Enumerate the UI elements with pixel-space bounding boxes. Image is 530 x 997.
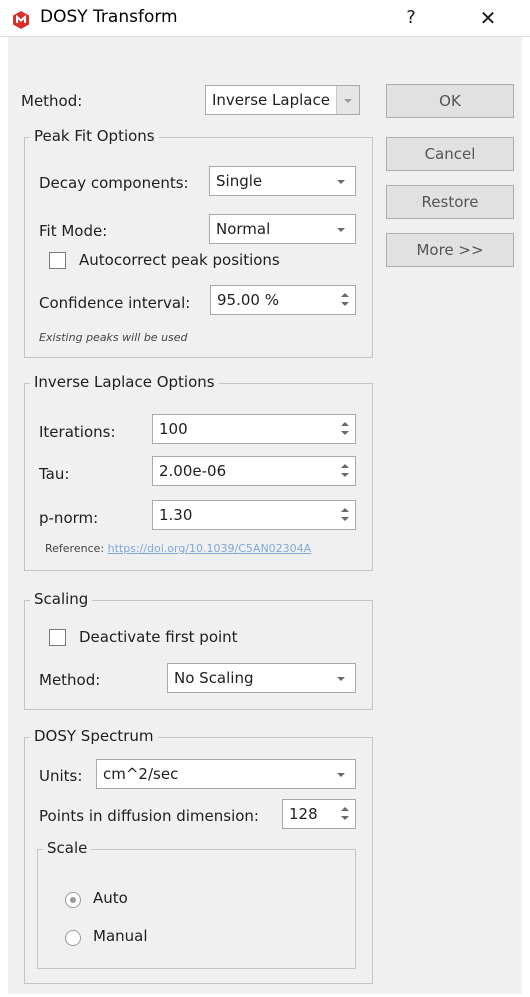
ok-button[interactable]: OK <box>386 84 514 118</box>
reference-label: Reference: <box>45 542 105 555</box>
spin-down-icon[interactable] <box>341 473 349 477</box>
spin-down-icon[interactable] <box>341 816 349 820</box>
method-label: Method: <box>21 92 83 110</box>
spin-down-icon[interactable] <box>341 517 349 521</box>
tau-label: Tau: <box>39 465 70 483</box>
autocorrect-label: Autocorrect peak positions <box>79 251 280 269</box>
window-right-edge <box>522 37 530 994</box>
window-title: DOSY Transform <box>40 7 178 27</box>
help-button[interactable]: ? <box>396 4 426 32</box>
tau-value: 2.00e-06 <box>159 462 227 480</box>
pnorm-value: 1.30 <box>159 506 193 524</box>
units-value: cm^2/sec <box>103 765 179 783</box>
decay-components-dropdown[interactable]: Single <box>209 166 356 196</box>
dialog-body: Method: Inverse Laplace OK Cancel Restor… <box>8 37 522 994</box>
auto-radio[interactable] <box>65 892 81 908</box>
spin-up-icon[interactable] <box>341 508 349 512</box>
scale-group <box>37 849 356 969</box>
scaling-method-dropdown[interactable]: No Scaling <box>167 663 356 693</box>
spin-up-icon[interactable] <box>341 293 349 297</box>
scaling-group <box>24 600 373 710</box>
more-button[interactable]: More >> <box>386 233 514 267</box>
iterations-label: Iterations: <box>39 423 116 441</box>
peak-fit-note: Existing peaks will be used <box>39 331 188 344</box>
method-dropdown[interactable]: Inverse Laplace <box>205 85 360 115</box>
close-button[interactable]: ✕ <box>470 4 506 32</box>
confidence-label: Confidence interval: <box>39 294 191 312</box>
confidence-spinbox[interactable]: 95.00 % <box>210 285 356 315</box>
chevron-down-icon <box>337 773 345 777</box>
scaling-method-label: Method: <box>39 671 101 689</box>
spin-up-icon[interactable] <box>341 807 349 811</box>
scale-title: Scale <box>43 839 92 857</box>
deactivate-first-point-label: Deactivate first point <box>79 628 238 646</box>
cancel-button[interactable]: Cancel <box>386 137 514 171</box>
method-value: Inverse Laplace <box>212 91 330 109</box>
fit-mode-label: Fit Mode: <box>39 222 108 240</box>
fit-mode-dropdown[interactable]: Normal <box>209 214 356 244</box>
tau-spinbox[interactable]: 2.00e-06 <box>152 456 356 486</box>
fit-mode-value: Normal <box>216 220 271 238</box>
spin-up-icon[interactable] <box>341 422 349 426</box>
decay-components-label: Decay components: <box>39 174 189 192</box>
iterations-value: 100 <box>159 420 188 438</box>
deactivate-first-point-checkbox[interactable] <box>49 629 66 646</box>
spin-down-icon[interactable] <box>341 431 349 435</box>
reference: Reference: https://doi.org/10.1039/C5AN0… <box>45 542 311 555</box>
scaling-title: Scaling <box>30 590 93 608</box>
iterations-spinbox[interactable]: 100 <box>152 414 356 444</box>
auto-label: Auto <box>93 889 128 907</box>
scaling-method-value: No Scaling <box>174 669 254 687</box>
chevron-down-icon <box>337 180 345 184</box>
spin-down-icon[interactable] <box>341 302 349 306</box>
points-spinbox[interactable]: 128 <box>282 799 356 829</box>
peak-fit-title: Peak Fit Options <box>30 127 159 145</box>
manual-radio[interactable] <box>65 930 81 946</box>
units-dropdown[interactable]: cm^2/sec <box>96 759 356 789</box>
points-label: Points in diffusion dimension: <box>39 807 259 825</box>
confidence-value: 95.00 % <box>217 291 279 309</box>
chevron-down-icon <box>344 99 352 103</box>
manual-label: Manual <box>93 927 148 945</box>
autocorrect-checkbox[interactable] <box>49 252 66 269</box>
units-label: Units: <box>39 767 83 785</box>
app-logo-icon <box>13 11 29 29</box>
spin-up-icon[interactable] <box>341 464 349 468</box>
reference-link[interactable]: https://doi.org/10.1039/C5AN02304A <box>108 542 312 555</box>
pnorm-label: p-norm: <box>39 509 99 527</box>
pnorm-spinbox[interactable]: 1.30 <box>152 500 356 530</box>
chevron-down-icon <box>337 677 345 681</box>
restore-button[interactable]: Restore <box>386 185 514 219</box>
title-bar: DOSY Transform ? ✕ <box>0 0 530 37</box>
dosy-spectrum-title: DOSY Spectrum <box>30 727 158 745</box>
points-value: 128 <box>289 805 318 823</box>
decay-components-value: Single <box>216 172 263 190</box>
chevron-down-icon <box>337 228 345 232</box>
inverse-laplace-title: Inverse Laplace Options <box>30 373 219 391</box>
